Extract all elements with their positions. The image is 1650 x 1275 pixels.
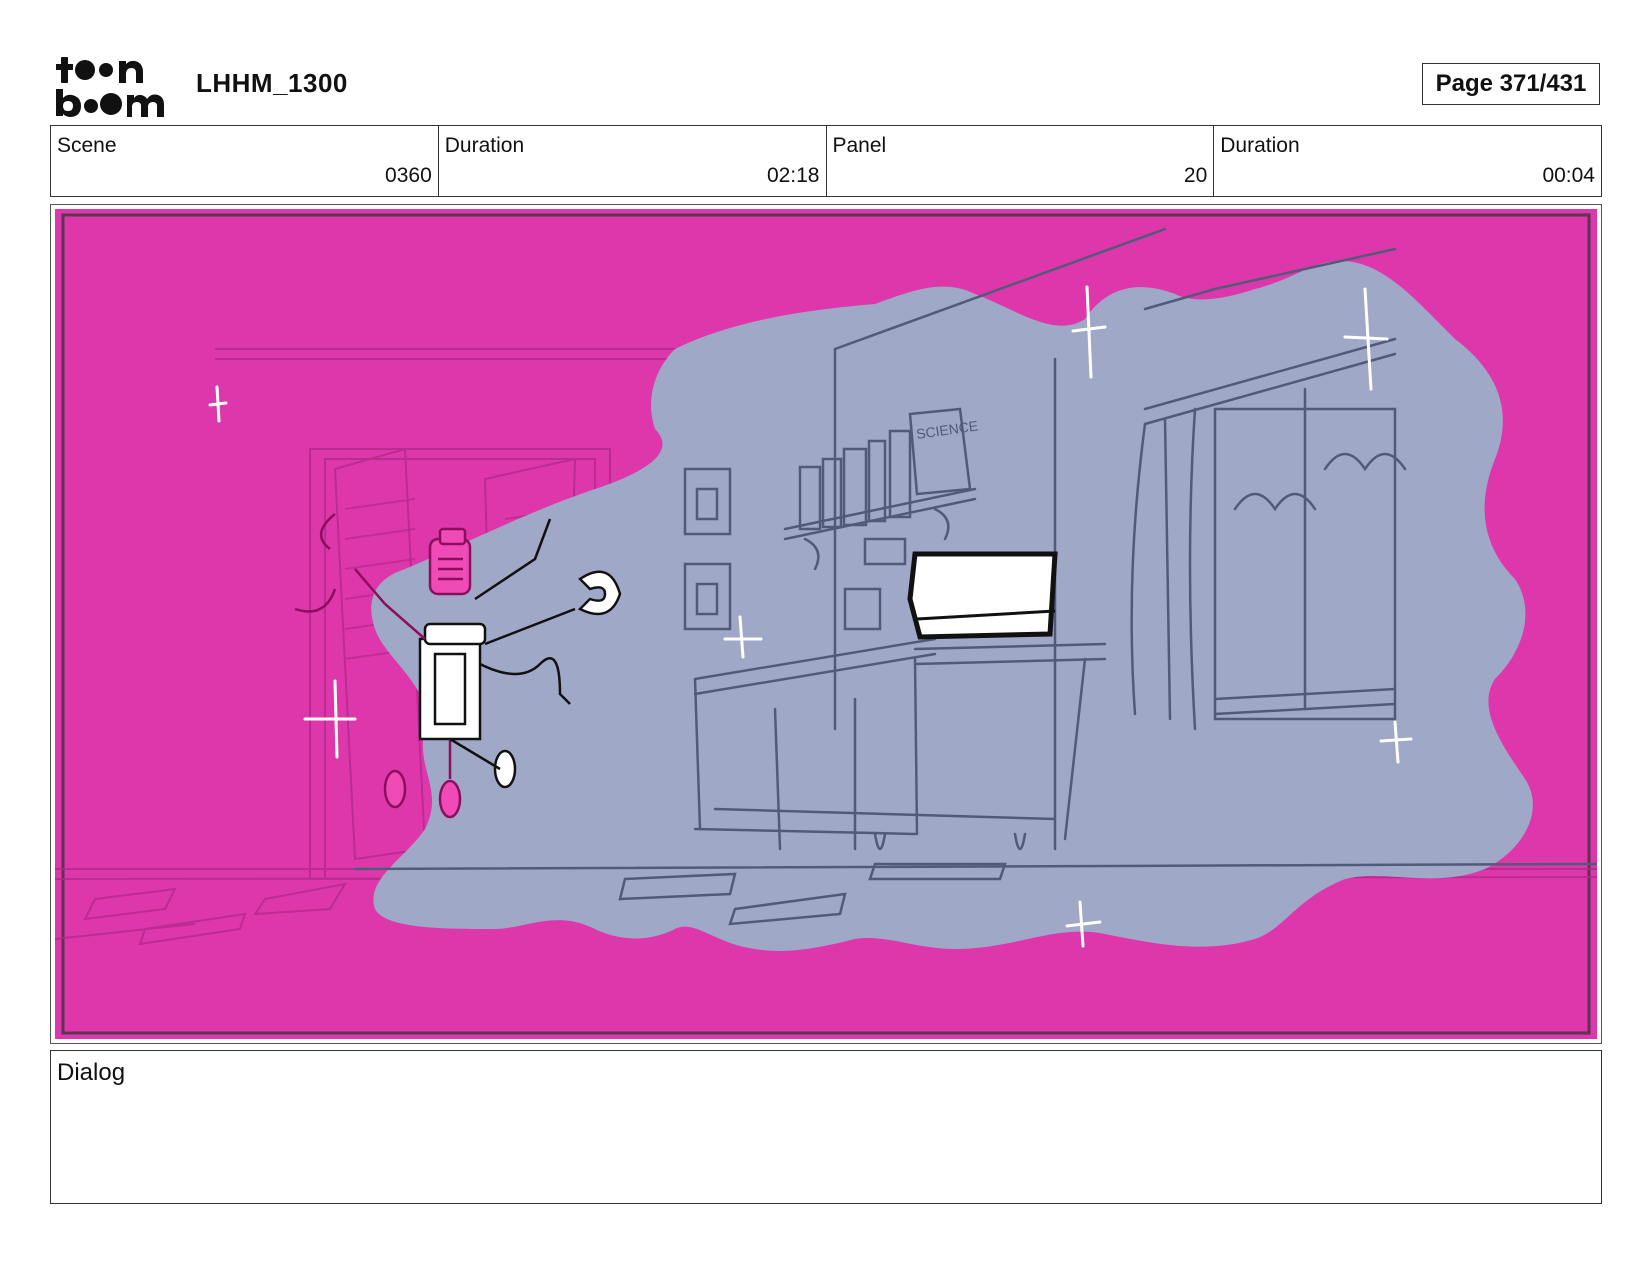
scene-value: 0360: [385, 164, 432, 187]
page-indicator: Page 371/431: [1422, 63, 1600, 105]
scene-label: Scene: [57, 134, 117, 157]
scene-duration-label: Duration: [444, 134, 525, 157]
panel-value: 20: [1183, 164, 1208, 187]
storyboard-panel: SCIENCE: [50, 204, 1602, 1044]
panel-duration-value: 00:04: [1542, 164, 1595, 187]
project-title: LHHM_1300: [196, 68, 348, 98]
panel-duration-cell: Duration 00:04: [1214, 126, 1601, 196]
panel-drawing: SCIENCE: [55, 209, 1597, 1039]
scene-duration-cell: Duration 02:18: [439, 126, 827, 196]
blank-sign: [907, 551, 1058, 640]
dialog-label: Dialog: [57, 1059, 126, 1086]
scene-info-table: Scene 0360 Duration 02:18 Panel 20 Durat…: [50, 125, 1602, 197]
panel-cell: Panel 20: [827, 126, 1215, 196]
scene-duration-value: 02:18: [766, 164, 820, 187]
panel-label: Panel: [832, 134, 887, 157]
scene-cell: Scene 0360: [51, 126, 439, 196]
toonboom-logo: [56, 57, 164, 117]
panel-duration-label: Duration: [1220, 134, 1300, 157]
dialog-box: Dialog: [50, 1050, 1602, 1204]
